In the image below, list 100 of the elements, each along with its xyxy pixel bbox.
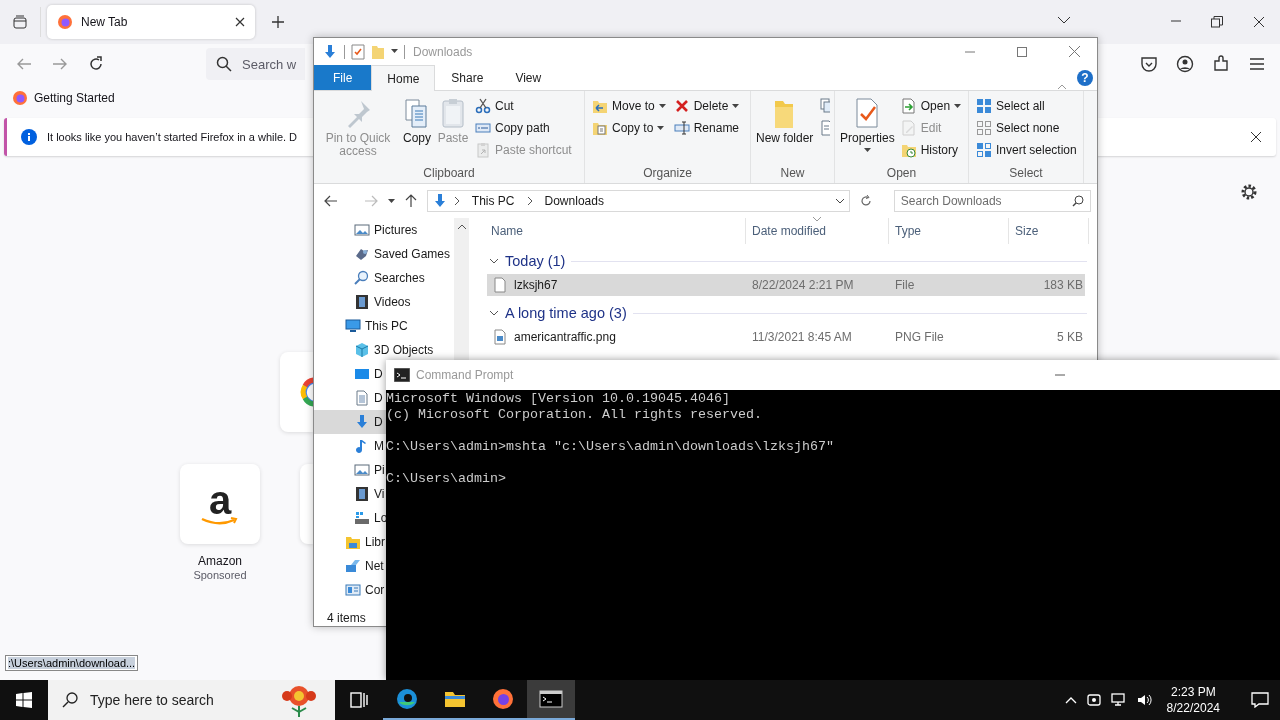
clock-time: 2:23 PM [1170, 684, 1216, 700]
chevron-down-icon[interactable] [834, 198, 845, 204]
collapse-chevron-icon[interactable] [1057, 84, 1067, 90]
browser-tab[interactable]: New Tab [47, 5, 255, 39]
camera-icon[interactable] [1086, 692, 1101, 708]
ribbon-tab[interactable]: Home [371, 65, 436, 91]
nav-item[interactable]: 3D Objects [314, 338, 454, 362]
drive-icon [354, 510, 370, 526]
close-icon[interactable] [235, 17, 245, 27]
ribbon-button[interactable]: Rename [670, 117, 743, 139]
refresh-icon[interactable] [859, 195, 872, 207]
console-line: C:\Users\admin> [386, 471, 507, 487]
taskbar-app[interactable] [527, 680, 575, 720]
bookmark[interactable]: Getting Started [8, 87, 119, 109]
ribbon-button[interactable]: Cut [472, 95, 575, 117]
nav-item[interactable]: D [314, 362, 386, 386]
puzzle-piece-icon[interactable] [1212, 55, 1230, 73]
info-icon [21, 129, 37, 145]
firefox-icon [57, 14, 73, 30]
nav-item[interactable]: Libr [314, 530, 386, 554]
menu-icon[interactable] [1248, 55, 1266, 73]
dropdown-caret-icon [658, 103, 666, 109]
ribbon-tab[interactable]: Share [435, 65, 500, 90]
nav-item[interactable]: M [314, 434, 386, 458]
nav-item[interactable]: Vi [314, 482, 386, 506]
dropdown-caret-icon [863, 148, 871, 153]
back-arrow-icon[interactable] [324, 195, 338, 207]
chevron-up-icon[interactable] [1064, 696, 1077, 704]
nav-item[interactable]: Videos [314, 290, 454, 314]
control-icon [345, 582, 361, 598]
nav-item[interactable]: Saved Games [314, 242, 454, 266]
taskbar-search-field[interactable]: Type here to search [48, 680, 335, 720]
file-row[interactable]: americantraffic.png 11/3/2021 8:45 AM PNG File 5 KB [487, 326, 1085, 348]
console-line: Microsoft Windows [Version 10.0.19045.4046] [386, 391, 731, 407]
ribbon-button[interactable]: Properties [839, 95, 896, 165]
clock-date: 8/22/2024 [1166, 700, 1220, 716]
address-field[interactable]: Search w [206, 48, 305, 80]
ribbon-button[interactable]: Select none [973, 117, 1079, 139]
ribbon-button[interactable]: Invert selection [973, 139, 1079, 161]
volume-icon[interactable] [1136, 692, 1153, 708]
nav-item[interactable]: Cor [314, 578, 386, 602]
ribbon-button[interactable]: Open [897, 95, 964, 117]
group-header[interactable]: Today (1) [485, 248, 1097, 274]
close-icon[interactable] [1253, 16, 1265, 28]
nav-item[interactable]: Pictures [314, 218, 454, 242]
maximize-icon[interactable] [1017, 46, 1027, 57]
ribbon-button[interactable]: Copy [400, 95, 434, 165]
shortcut-tile[interactable]: a [180, 464, 260, 544]
column-header[interactable]: Date modified [746, 218, 889, 244]
copyto-icon [592, 120, 608, 136]
cut-icon [475, 98, 491, 114]
pocket-icon[interactable] [1140, 55, 1158, 73]
restore-icon[interactable] [1211, 16, 1223, 28]
ribbon-tab[interactable]: View [499, 65, 558, 90]
group-label: Select [1008, 165, 1044, 182]
ribbon-button[interactable]: Copy path [472, 117, 575, 139]
ribbon-button[interactable]: New folder [755, 95, 815, 165]
nav-item[interactable]: Searches [314, 266, 454, 290]
tab-list-icon[interactable] [12, 14, 28, 30]
nav-item[interactable]: D [314, 410, 386, 434]
window-title: Command Prompt [416, 368, 515, 382]
ribbon-button[interactable]: Select all [973, 95, 1079, 117]
address-bar[interactable]: This PC Downloads [426, 190, 850, 212]
close-icon[interactable] [1250, 131, 1262, 143]
up-arrow-icon[interactable] [404, 194, 417, 208]
file-row[interactable]: lzksjh67 8/22/2024 2:21 PM File 183 KB [487, 274, 1085, 296]
shortcut-tile[interactable] [300, 464, 313, 544]
breadcrumb-item[interactable]: Downloads [544, 194, 604, 208]
network-icon[interactable] [1110, 692, 1127, 708]
column-header[interactable]: Type [889, 218, 1009, 244]
column-header[interactable]: Name [485, 218, 746, 244]
column-header[interactable]: Size [1009, 218, 1089, 244]
ribbon-button[interactable]: Move to [589, 95, 669, 117]
clock[interactable]: 2:23 PM 8/22/2024 [1166, 684, 1220, 716]
shortcut-tile[interactable] [280, 352, 313, 432]
ribbon-button[interactable]: Delete [670, 95, 743, 117]
ribbon-tab[interactable]: File [314, 65, 372, 90]
breadcrumb-item[interactable]: This PC [471, 194, 515, 208]
ribbon-button[interactable]: Copy to [589, 117, 669, 139]
settings-icon[interactable] [1240, 183, 1258, 201]
ribbon-button[interactable]: History [897, 139, 964, 161]
nav-item[interactable]: Pi [314, 458, 386, 482]
chevron-down-icon [489, 258, 499, 264]
search-field[interactable]: Search Downloads [893, 190, 1091, 212]
reload-icon[interactable] [88, 56, 104, 72]
network-icon [345, 558, 361, 574]
nav-item[interactable]: D [314, 386, 386, 410]
help-button[interactable]: ? [1077, 70, 1093, 86]
nav-item[interactable]: Net [314, 554, 386, 578]
new-tab-plus-icon[interactable] [271, 15, 285, 29]
forward-arrow-icon[interactable] [52, 56, 68, 72]
nav-item[interactable]: This PC [314, 314, 454, 338]
scroll-up-icon[interactable] [457, 224, 466, 229]
terminal-icon [539, 687, 563, 711]
group-header[interactable]: A long time ago (3) [485, 300, 1097, 326]
selectall-icon [976, 98, 992, 114]
checklist-icon[interactable] [351, 43, 365, 60]
account-icon[interactable] [1176, 55, 1194, 73]
chevron-down-icon[interactable] [1057, 16, 1071, 24]
notification-icon[interactable] [1251, 692, 1269, 708]
